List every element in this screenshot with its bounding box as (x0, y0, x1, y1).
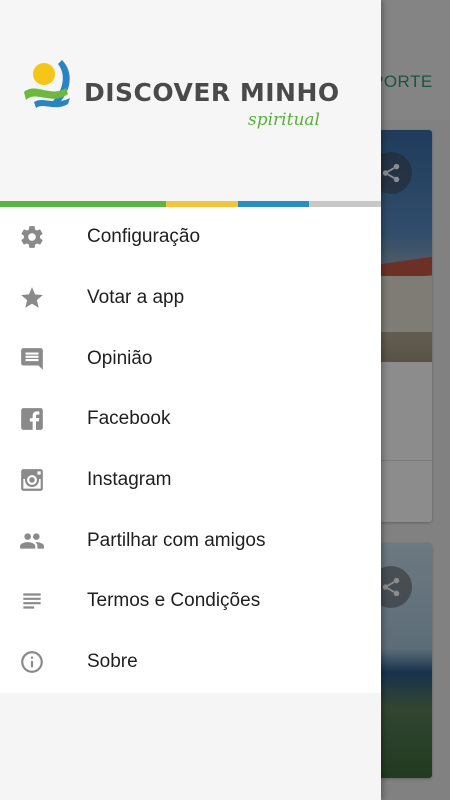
drawer-menu: Configuração Votar a app Opinião Faceboo… (0, 207, 381, 693)
info-icon (18, 648, 46, 676)
app-logo: DISCOVER MINHO spiritual (22, 58, 339, 138)
people-icon (18, 527, 46, 555)
menu-item-instagram[interactable]: Instagram (0, 450, 381, 511)
menu-label: Instagram (87, 469, 172, 491)
menu-label: Opinião (87, 347, 153, 369)
logo-title: DISCOVER MINHO (84, 78, 340, 107)
menu-label: Facebook (87, 408, 171, 430)
navigation-drawer: DISCOVER MINHO spiritual Configuração Vo… (0, 0, 381, 800)
menu-item-sobre[interactable]: Sobre (0, 632, 381, 693)
menu-item-facebook[interactable]: Facebook (0, 389, 381, 450)
drawer-header: DISCOVER MINHO spiritual (0, 0, 381, 200)
menu-item-opiniao[interactable]: Opinião (0, 328, 381, 389)
menu-item-votar[interactable]: Votar a app (0, 268, 381, 329)
logo-mark-icon (24, 60, 70, 108)
menu-label: Configuração (87, 226, 201, 248)
menu-label: Sobre (87, 651, 138, 673)
menu-label: Votar a app (87, 287, 185, 309)
menu-item-partilhar[interactable]: Partilhar com amigos (0, 510, 381, 571)
gear-icon (18, 223, 46, 251)
instagram-icon (18, 466, 46, 494)
notes-icon (18, 587, 46, 615)
menu-label: Termos e Condições (87, 590, 261, 612)
logo-subtitle: spiritual (248, 110, 320, 130)
facebook-icon (18, 405, 46, 433)
menu-label: Partilhar com amigos (87, 529, 266, 551)
menu-item-termos[interactable]: Termos e Condições (0, 571, 381, 632)
star-icon (18, 284, 46, 312)
comment-icon (18, 345, 46, 373)
menu-item-configuracao[interactable]: Configuração (0, 207, 381, 268)
